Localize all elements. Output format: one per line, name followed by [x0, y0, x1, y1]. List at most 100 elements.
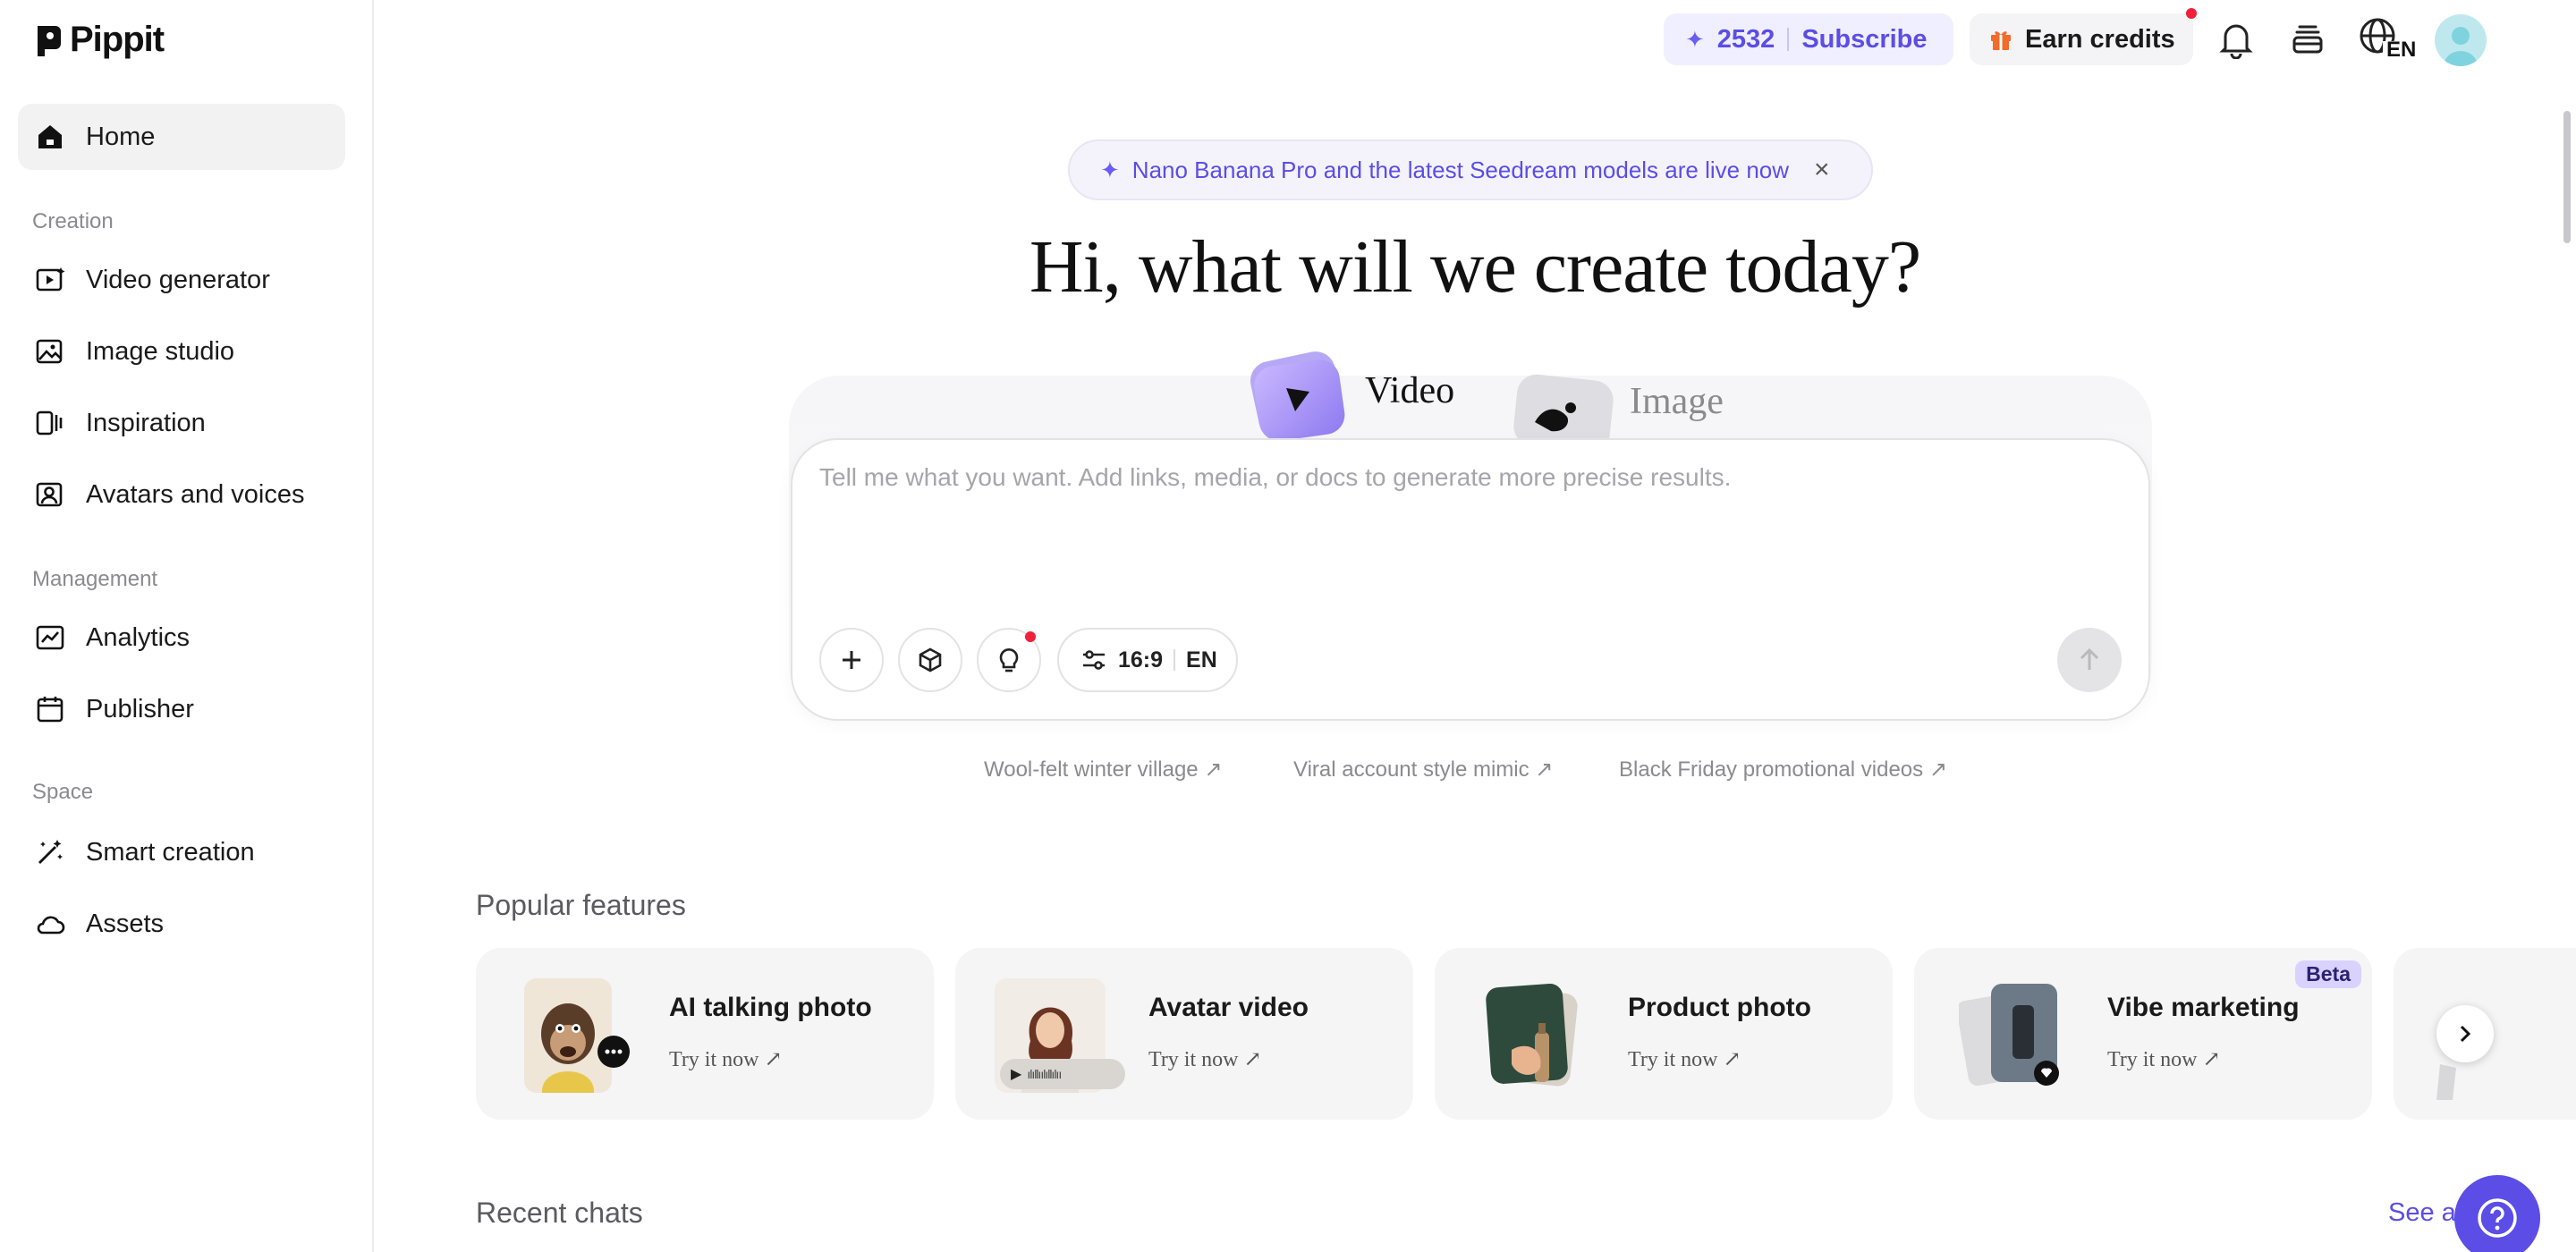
sidebar-item-assets[interactable]: Assets [18, 891, 345, 957]
sidebar-section-space: Space [32, 780, 94, 804]
carousel-next-button[interactable] [2436, 1005, 2494, 1062]
bell-icon [2219, 24, 2253, 59]
avatar-icon [36, 482, 63, 507]
feature-title: AI talking photo [669, 993, 872, 1022]
magic-wand-icon [38, 840, 63, 864]
try-it-now-link[interactable]: Try it now ↗ [2107, 1046, 2221, 1072]
suggestion-chip[interactable]: Black Friday promotional videos ↗ [1619, 757, 1947, 782]
see-all-link[interactable]: See a [2388, 1198, 2456, 1228]
sidebar-item-label: Avatars and voices [86, 479, 305, 509]
sidebar-item-label: Smart creation [86, 837, 255, 867]
scrollbar[interactable] [2563, 111, 2571, 243]
help-icon [2478, 1198, 2517, 1238]
play-icon: ▶ [1011, 1067, 1022, 1082]
add-button[interactable] [819, 628, 884, 692]
prompt-language: EN [1186, 647, 1217, 673]
sidebar-item-publisher[interactable]: Publisher [18, 676, 345, 742]
sidebar-item-label: Video generator [86, 265, 270, 294]
product-button[interactable] [898, 628, 962, 692]
sidebar-item-video-generator[interactable]: Video generator [18, 247, 345, 313]
feature-card-ai-talking-photo[interactable]: AI talking photo Try it now ↗ [476, 948, 934, 1120]
sidebar: Pippit Home Creation Video generator Ima… [0, 0, 374, 1252]
waveform-icon: ılıllıılıllılıı [1027, 1067, 1062, 1081]
sidebar-section-creation: Creation [32, 209, 114, 233]
notification-dot [1025, 631, 1036, 642]
sidebar-item-label: Assets [86, 909, 165, 938]
tab-image[interactable]: Image [1512, 361, 1724, 442]
plus-icon [843, 651, 860, 669]
popular-features-title: Popular features [476, 889, 686, 921]
subscribe-button[interactable]: Subscribe [1801, 25, 1927, 55]
divider [1787, 28, 1790, 51]
tab-video[interactable]: Video [1243, 342, 1454, 440]
suggestion-chip[interactable]: Viral account style mimic ↗ [1293, 757, 1553, 782]
help-button[interactable] [2454, 1175, 2540, 1252]
divider [1174, 649, 1176, 671]
video-generator-icon [36, 267, 65, 292]
recent-chats-title: Recent chats [476, 1197, 643, 1229]
home-icon [38, 125, 62, 148]
cube-icon [919, 647, 942, 673]
suggestion-chip[interactable]: Wool-felt winter village ↗ [984, 757, 1222, 782]
aspect-ratio: 16:9 [1118, 647, 1164, 673]
try-it-now-link[interactable]: Try it now ↗ [1628, 1046, 1741, 1072]
avatar[interactable] [2435, 14, 2487, 66]
sidebar-item-smart-creation[interactable]: Smart creation [18, 819, 345, 885]
sidebar-item-label: Image studio [86, 336, 235, 366]
user-avatar-icon [2444, 27, 2478, 66]
prompt-input[interactable] [819, 463, 1982, 492]
credits-pill[interactable]: ✦ 2532 Subscribe [1664, 13, 1953, 65]
pippit-logo-icon [38, 25, 61, 56]
send-button[interactable] [2057, 628, 2122, 692]
hero: Hi, what will we create today? [374, 224, 2576, 310]
brand-name: Pippit [70, 20, 165, 59]
gift-icon [1991, 31, 2011, 50]
sidebar-item-home[interactable]: Home [18, 104, 345, 170]
sparkle-icon: ✦ [1685, 25, 1705, 53]
sidebar-section-management: Management [32, 567, 158, 591]
try-it-now-link[interactable]: Try it now ↗ [669, 1046, 783, 1072]
sparkle-icon: ✦ [1100, 156, 1120, 183]
feature-card-vibe-marketing[interactable]: Beta Vibe marketing Try it now ↗ [1914, 948, 2372, 1120]
sidebar-item-label: Publisher [86, 694, 194, 723]
image-mode-icon [1513, 374, 1614, 442]
feature-title: Product photo [1628, 993, 1811, 1022]
sidebar-item-label: Home [86, 122, 156, 151]
vibe-thumbnail [1959, 978, 2070, 1093]
prompt-box: 16:9 EN [791, 438, 2150, 721]
notifications-button[interactable] [2215, 18, 2258, 61]
tab-image-label: Image [1630, 381, 1724, 422]
tab-video-label: Video [1365, 370, 1455, 411]
language-button[interactable]: EN [2358, 18, 2416, 63]
page-title: Hi, what will we create today? [1029, 225, 1921, 309]
beta-badge: Beta [2295, 960, 2361, 988]
sidebar-item-label: Analytics [86, 622, 191, 652]
calendar-icon [37, 697, 64, 723]
credits-count: 2532 [1716, 24, 1775, 54]
settings-pill[interactable]: 16:9 EN [1057, 628, 1238, 692]
product-thumbnail [1481, 978, 1589, 1093]
sidebar-item-analytics[interactable]: Analytics [18, 605, 345, 671]
sidebar-item-inspiration[interactable]: Inspiration [18, 390, 345, 456]
try-it-now-link[interactable]: Try it now ↗ [1148, 1046, 1262, 1072]
cloud-icon [37, 916, 65, 935]
feature-card-avatar-video[interactable]: ▶ ılıllıılıllılıı Avatar video Try it no… [955, 948, 1413, 1120]
earn-credits-label: Earn credits [2025, 24, 2175, 54]
ideas-button[interactable] [977, 628, 1041, 692]
close-icon[interactable]: × [1814, 156, 1830, 183]
sidebar-item-label: Inspiration [86, 408, 206, 437]
chat-bubble-icon [597, 1036, 630, 1068]
sidebar-item-image-studio[interactable]: Image studio [18, 318, 345, 385]
video-mode-icon [1250, 351, 1345, 440]
feature-card-product-photo[interactable]: Product photo Try it now ↗ [1435, 948, 1893, 1120]
logo[interactable]: Pippit [34, 20, 165, 60]
chevron-right-icon [2460, 1025, 2471, 1043]
layers-icon [2292, 25, 2323, 54]
sidebar-item-avatars-voices[interactable]: Avatars and voices [18, 461, 345, 528]
earn-credits-button[interactable]: Earn credits [1970, 8, 2197, 65]
announcement-banner[interactable]: ✦ Nano Banana Pro and the latest Seedrea… [1068, 140, 1873, 200]
notification-dot [2186, 8, 2197, 19]
layers-button[interactable] [2286, 18, 2329, 61]
sliders-icon [1083, 650, 1105, 670]
image-studio-icon [36, 339, 63, 364]
